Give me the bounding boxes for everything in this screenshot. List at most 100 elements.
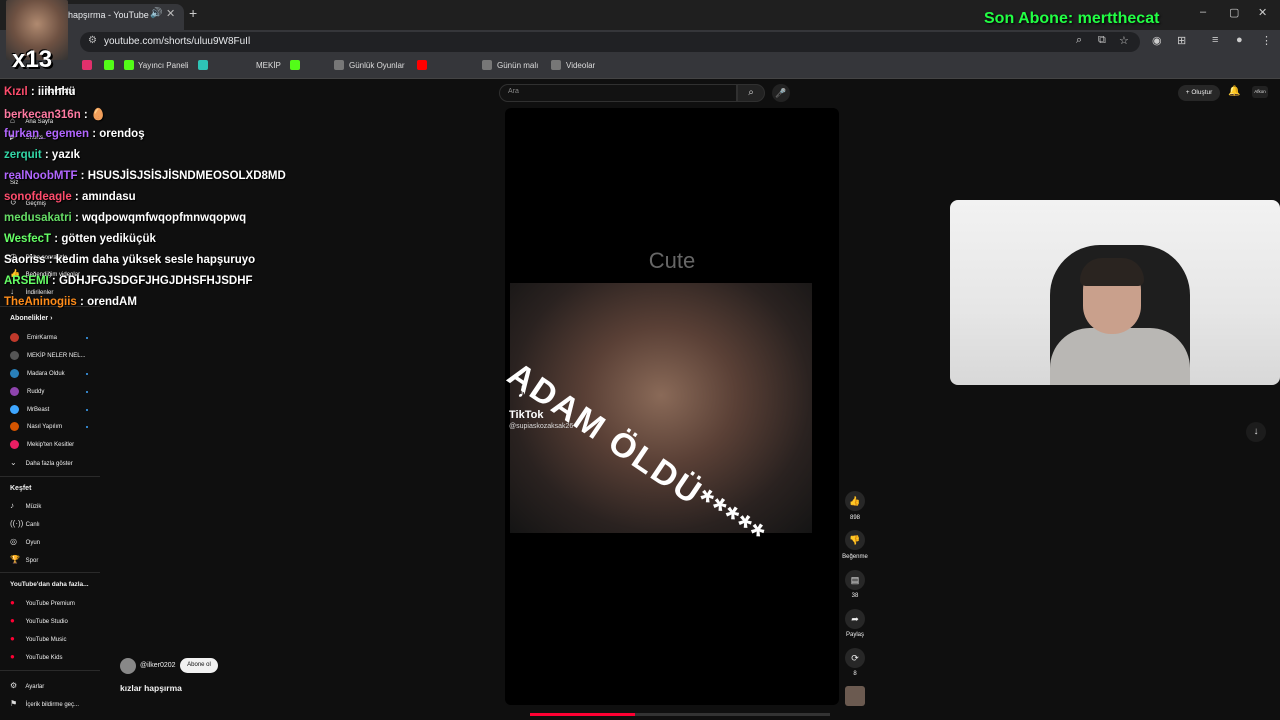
bookmark-gunluk-oyunlar[interactable]: Günlük Oyunlar — [349, 61, 405, 70]
profile-icon[interactable]: ● — [1236, 34, 1243, 46]
youtube-icon[interactable] — [417, 60, 427, 70]
sidebar-item-downloads[interactable]: ↓ İndirilenler — [10, 287, 53, 296]
thumbs-up-icon: 👍 — [849, 496, 861, 506]
share-icon: ➦ — [851, 614, 859, 624]
create-button[interactable]: + Oluştur — [1178, 85, 1220, 101]
site-info-icon[interactable]: ⚙ — [88, 35, 97, 46]
zoom-icon[interactable]: ⌕ — [1076, 34, 1082, 47]
channel-name: Nasıl Yapılım — [27, 424, 63, 431]
extension-icon[interactable]: ◉ — [1152, 34, 1162, 47]
sidebar-item-sports[interactable]: 🏆 Spor — [10, 555, 38, 564]
search-icon[interactable]: ⌕ — [737, 84, 765, 102]
sidebar-item-report[interactable]: ⚑ İçerik bildirme geç... — [10, 699, 79, 708]
sidebar-label: Ayarlar — [25, 684, 45, 690]
video-title[interactable]: kızlar hapşırma — [120, 683, 182, 693]
avatar[interactable]: Afkon — [1252, 86, 1268, 98]
chat-text: : iiihhhü — [27, 86, 76, 98]
speaker-icon[interactable]: 🔊 — [150, 8, 162, 19]
channel-name: Madara Olduk — [27, 371, 65, 378]
window-close-icon[interactable]: ✕ — [1258, 6, 1267, 19]
chat-username: berkecan316n — [4, 109, 81, 121]
sidebar-item-settings[interactable]: ⚙ Ayarlar — [10, 681, 44, 690]
arrow-down-icon: ↓ — [1253, 426, 1259, 437]
share-button[interactable]: ➦ — [845, 609, 865, 629]
explore-header: Keşfet — [10, 485, 32, 492]
puzzle-icon[interactable]: ⊞ — [1177, 34, 1186, 47]
bookmark-gunun-mali[interactable]: Günün malı — [497, 61, 538, 70]
omnibox[interactable]: ⚙ youtube.com/shorts/uluu9W8FuIl — [80, 32, 1140, 52]
kick-icon[interactable] — [290, 60, 300, 70]
chat-text: : götten yediküçük — [51, 233, 156, 245]
tiktok-watermark: TikTok — [509, 409, 544, 421]
remix-icon: ⟳ — [851, 653, 859, 663]
install-icon[interactable]: ⧉ — [1098, 34, 1106, 47]
dislike-button[interactable]: 👎 — [845, 530, 865, 550]
sidebar-label: YouTube Studio — [25, 619, 68, 625]
sidebar-item-subscription[interactable]: EmirKarma — [10, 333, 57, 342]
sidebar-item-music[interactable]: ♪ Müzik — [10, 501, 41, 510]
address-row: ⚙ youtube.com/shorts/uluu9W8FuIl — [0, 30, 1280, 54]
minimize-icon[interactable]: – — [1200, 6, 1206, 18]
menu-icon[interactable]: ⋮ — [1261, 34, 1272, 47]
new-content-dot — [86, 409, 88, 411]
subscriptions-header[interactable]: Abonelikler › — [10, 315, 52, 322]
channel-name: Mekip'ten Kesitler — [27, 442, 75, 449]
sidebar-item-subscription[interactable]: Nasıl Yapılım — [10, 422, 62, 431]
remix-button[interactable]: ⟳ — [845, 648, 865, 668]
subscribe-button[interactable]: Abone ol — [180, 658, 218, 673]
next-short-button[interactable]: ↓ — [1246, 422, 1266, 442]
chat-text: : HSUSJİSJSİSJİSNDMEOSOLXD8MD — [77, 170, 286, 182]
kick-icon[interactable] — [104, 60, 114, 70]
bookmark-videolar[interactable]: Videolar — [566, 61, 595, 70]
kick-icon[interactable] — [124, 60, 134, 70]
sidebar-item-live[interactable]: ((·)) Canlı — [10, 519, 40, 528]
folder-icon[interactable] — [482, 60, 492, 70]
app-icon[interactable] — [198, 60, 208, 70]
folder-icon[interactable] — [551, 60, 561, 70]
maximize-icon[interactable]: ▢ — [1229, 6, 1239, 19]
star-icon[interactable]: ☆ — [1119, 34, 1129, 47]
gear-icon: ⚙ — [10, 681, 18, 690]
sidebar-item-music-app[interactable]: ● YouTube Music — [10, 634, 66, 643]
sidebar-item-studio[interactable]: ● YouTube Studio — [10, 616, 68, 625]
channel-name[interactable]: @ilker0202 — [140, 662, 176, 669]
youtube-music-icon: ● — [10, 634, 15, 643]
dislike-label: Beğenme — [842, 554, 868, 560]
chat-text: : GDHJFGJSDGFJHGJDHSFHJSDHF — [48, 275, 253, 287]
bookmark-yayinci-paneli[interactable]: Yayıncı Paneli — [138, 61, 189, 70]
url-text[interactable]: youtube.com/shorts/uluu9W8FuIl — [104, 36, 250, 47]
folder-icon[interactable] — [334, 60, 344, 70]
new-tab-button[interactable]: + — [189, 5, 197, 21]
chat-text: : wqdpowqmfwqopfmnwqopwq — [71, 212, 247, 224]
bell-icon[interactable]: 🔔 — [1228, 86, 1240, 97]
sidebar-label: Spor — [25, 558, 39, 564]
media-icon[interactable]: ≡ — [1212, 34, 1218, 46]
close-icon[interactable]: ✕ — [166, 7, 175, 20]
mic-icon[interactable]: 🎤 — [772, 84, 790, 102]
webcam-body — [1050, 328, 1190, 385]
divider — [0, 670, 100, 671]
chat-text: : orendAM — [76, 296, 137, 308]
webcam-hair — [1080, 258, 1144, 286]
show-more-button[interactable]: ⌄ Daha fazla göster — [10, 458, 73, 467]
sidebar-item-subscription[interactable]: Ruddy — [10, 387, 44, 396]
sidebar-item-premium[interactable]: ● YouTube Premium — [10, 598, 75, 607]
chat-text: : orendoş — [89, 128, 145, 140]
sound-thumbnail[interactable] — [845, 686, 865, 706]
channel-avatar[interactable] — [120, 658, 136, 674]
sidebar-item-subscription[interactable]: MEKİP NELER NEL... — [10, 351, 86, 360]
sidebar-item-kids[interactable]: ● YouTube Kids — [10, 652, 62, 661]
sidebar-item-subscription[interactable]: Mekip'ten Kesitler — [10, 440, 74, 449]
like-button[interactable]: 👍 — [845, 491, 865, 511]
search-input[interactable]: Ara — [499, 84, 737, 102]
sidebar-item-gaming[interactable]: ◎ Oyun — [10, 537, 40, 546]
video-progress-bar[interactable] — [530, 713, 830, 716]
comment-count: 38 — [851, 593, 859, 599]
bookmark-mekip[interactable]: MEKİP — [256, 61, 281, 70]
sidebar-item-subscription[interactable]: Madara Olduk — [10, 369, 65, 378]
channel-avatar — [10, 405, 19, 414]
browser-tab[interactable]: hapşırma - YouTube 🔊 ✕ — [56, 4, 184, 30]
sidebar-item-subscription[interactable]: MrBeast — [10, 405, 49, 414]
comments-button[interactable]: ▤ — [845, 570, 865, 590]
instagram-icon[interactable] — [82, 60, 92, 70]
